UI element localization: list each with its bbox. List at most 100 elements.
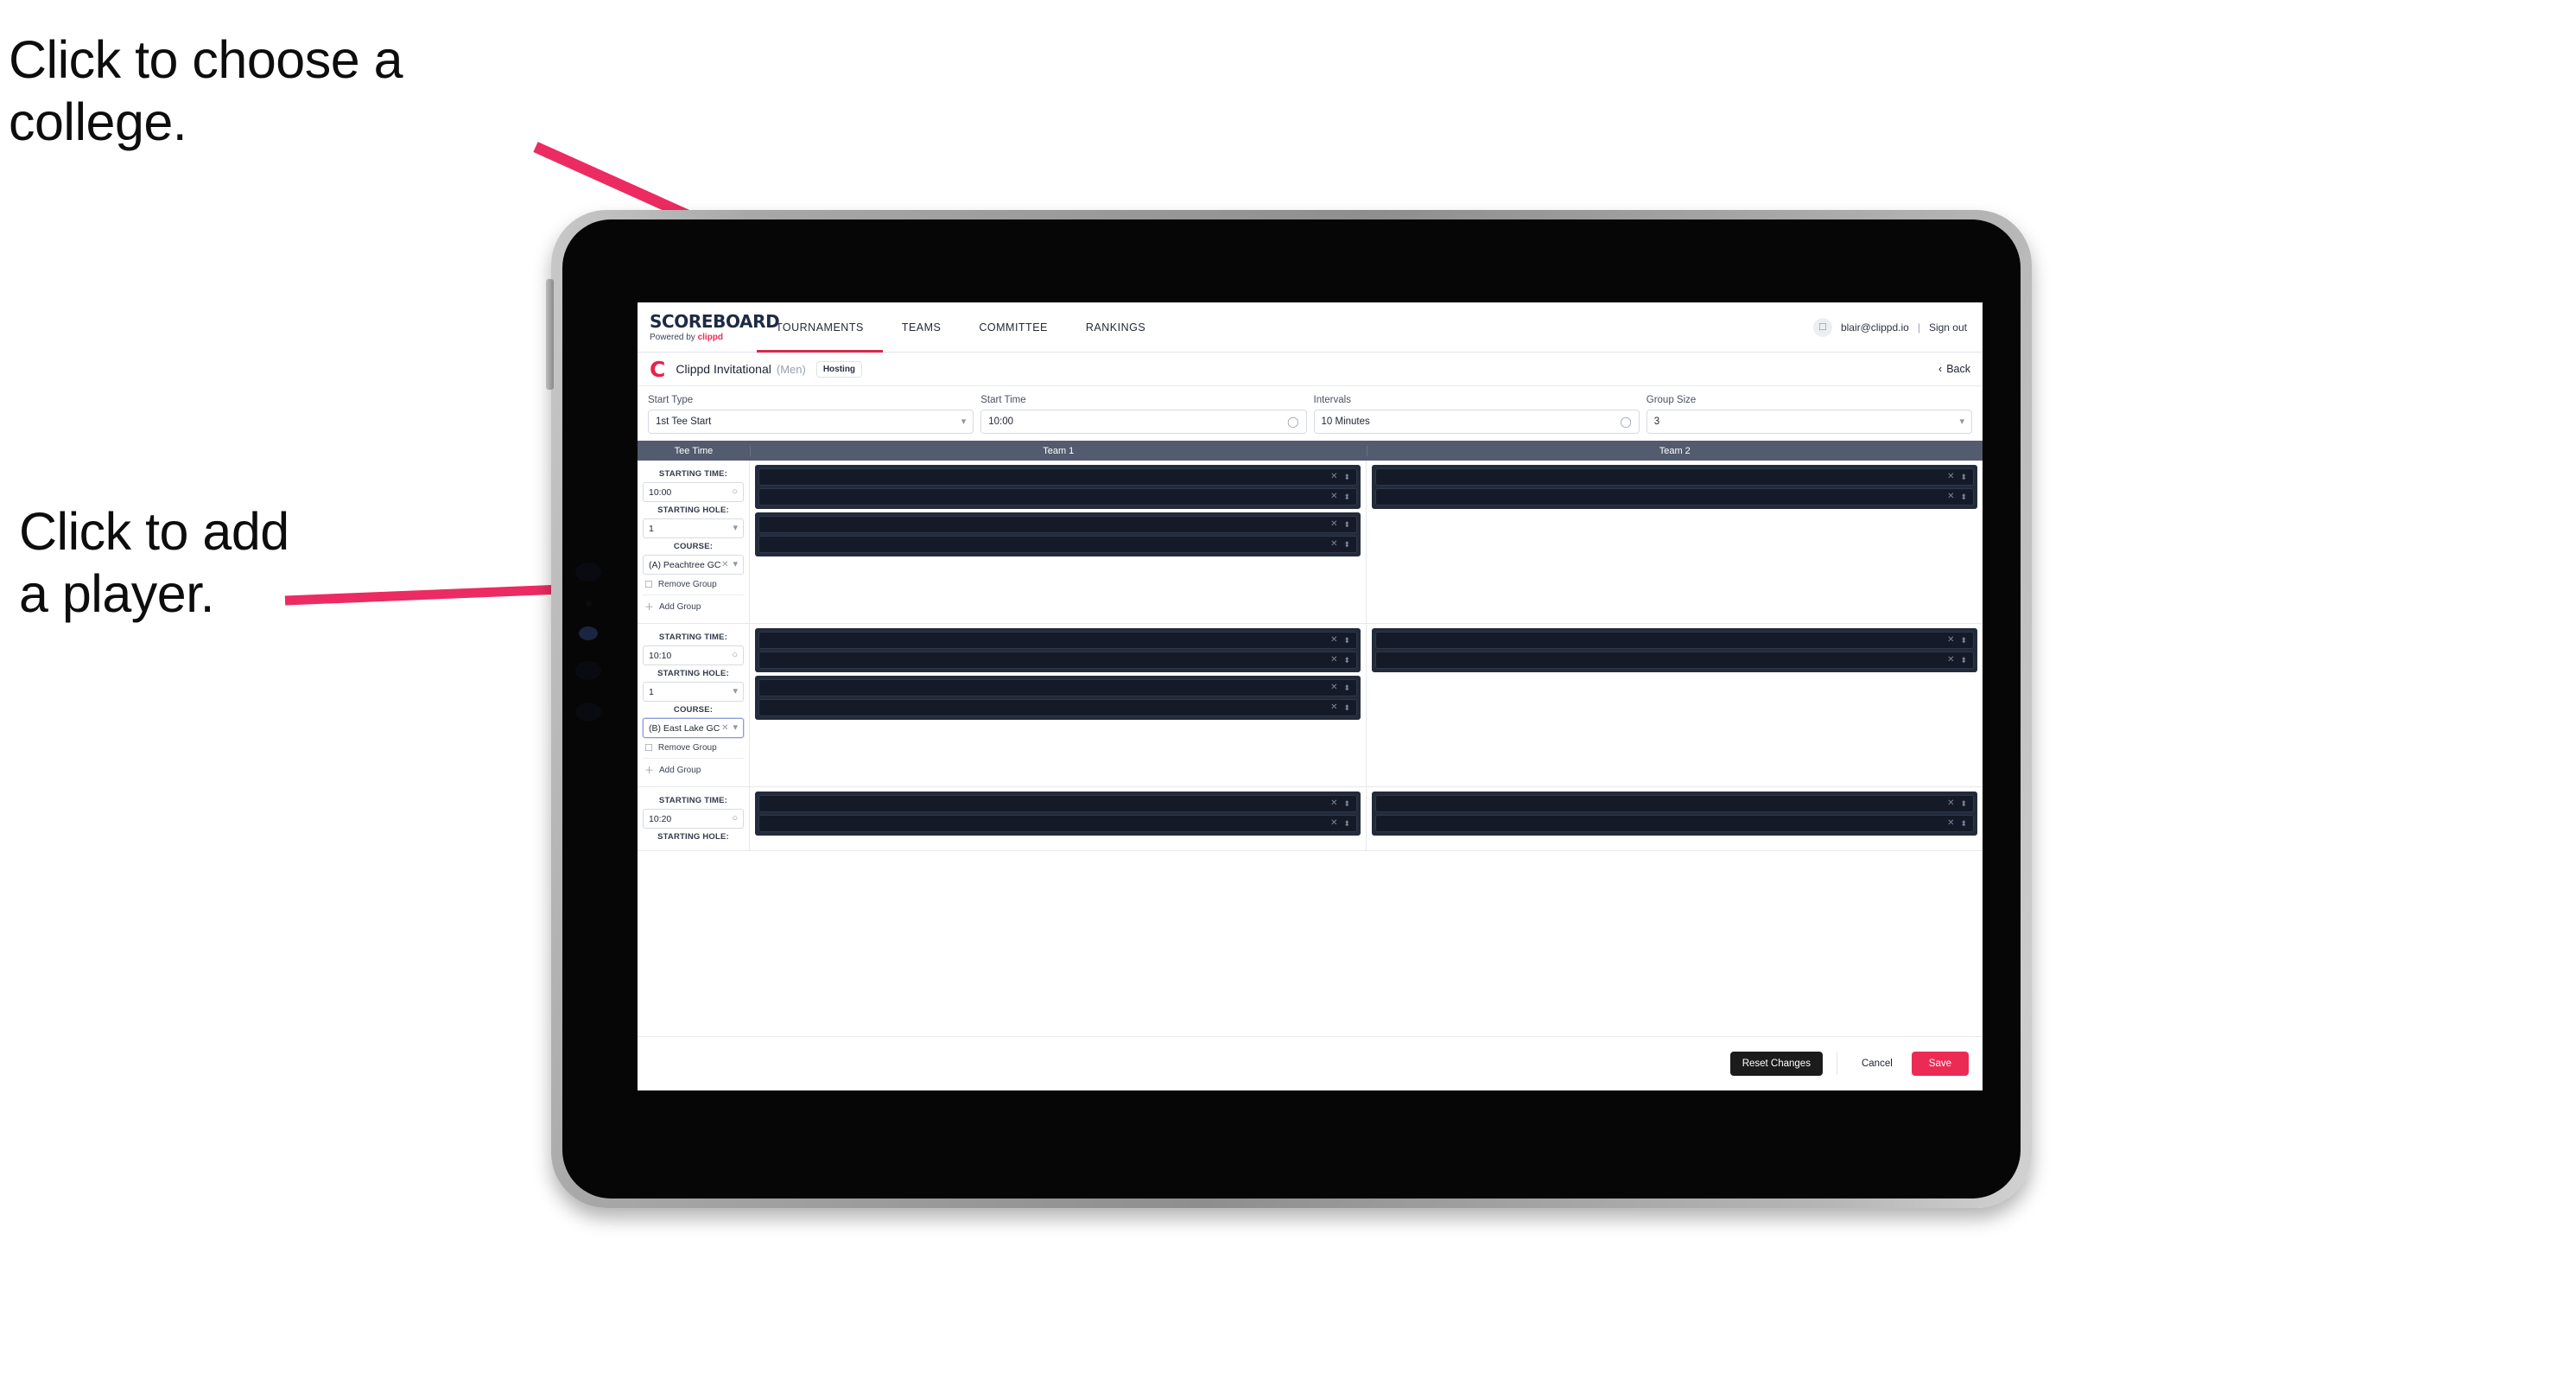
player-slot[interactable]: ✕ ⬍	[758, 536, 1357, 553]
stepper-icon[interactable]: ⬍	[1343, 799, 1350, 808]
stepper-icon[interactable]: ⬍	[1960, 656, 1967, 664]
clock-icon[interactable]: ○	[732, 814, 738, 823]
close-icon[interactable]: ✕	[1330, 656, 1337, 664]
close-icon[interactable]: ✕	[1947, 493, 1954, 501]
close-icon[interactable]: ✕	[1330, 819, 1337, 828]
starting-hole-stepper[interactable]: 1 ▾	[643, 518, 744, 538]
add-group-button[interactable]: ＋ Add Group	[643, 759, 744, 781]
close-icon[interactable]: ✕	[1330, 683, 1337, 692]
close-icon[interactable]: ✕	[721, 560, 728, 569]
stepper-icon[interactable]: ⬍	[1960, 819, 1967, 828]
field-group-size: Group Size 3 ▾	[1646, 395, 1972, 434]
start-type-select[interactable]: 1st Tee Start ▾	[648, 410, 974, 434]
starting-time-input[interactable]: 10:10 ○	[643, 645, 744, 665]
remove-group-label: Remove Group	[657, 580, 717, 589]
player-slot[interactable]: ✕ ⬍	[1375, 632, 1974, 649]
reset-changes-button[interactable]: Reset Changes	[1729, 1052, 1823, 1076]
team-2-cell: ✕ ⬍ ✕ ⬍	[1367, 787, 1983, 850]
player-slot[interactable]: ✕ ⬍	[758, 488, 1357, 505]
user-icon[interactable]: ☐	[1812, 317, 1832, 337]
stepper-icon[interactable]: ⬍	[1343, 819, 1350, 828]
nav-item-committee[interactable]: COMMITTEE	[960, 302, 1067, 352]
nav-item-rankings[interactable]: RANKINGS	[1067, 302, 1164, 352]
intervals-input[interactable]: 10 Minutes ◯	[1313, 410, 1640, 434]
start-time-value: 10:00	[988, 416, 1014, 427]
stepper-icon[interactable]: ⬍	[1343, 703, 1350, 712]
player-slot[interactable]: ✕ ⬍	[1375, 652, 1974, 669]
player-slot[interactable]: ✕ ⬍	[1375, 488, 1974, 505]
sign-out-link[interactable]: Sign out	[1929, 321, 1967, 334]
plus-icon: ＋	[644, 766, 654, 776]
stepper-icon[interactable]: ▾	[733, 687, 738, 696]
player-slot[interactable]: ✕ ⬍	[758, 679, 1357, 696]
stepper-icon[interactable]: ⬍	[1343, 683, 1350, 692]
stepper-icon[interactable]: ▾	[733, 560, 738, 569]
close-icon[interactable]: ✕	[1947, 799, 1954, 808]
player-slot[interactable]: ✕ ⬍	[1375, 815, 1974, 832]
stepper-icon[interactable]: ⬍	[1343, 656, 1350, 664]
player-slot[interactable]: ✕ ⬍	[758, 632, 1357, 649]
close-icon[interactable]: ✕	[1330, 540, 1337, 549]
save-button[interactable]: Save	[1911, 1052, 1969, 1076]
stepper-icon[interactable]: ⬍	[1960, 799, 1967, 808]
player-slot[interactable]: ✕ ⬍	[758, 795, 1357, 812]
add-group-label: Add Group	[659, 765, 701, 775]
clock-icon[interactable]: ◯	[1287, 416, 1298, 427]
stepper-icon[interactable]: ⬍	[1343, 520, 1350, 529]
cancel-button[interactable]: Cancel	[1851, 1052, 1903, 1076]
player-slot[interactable]: ✕ ⬍	[758, 468, 1357, 486]
close-icon[interactable]: ✕	[1330, 473, 1337, 481]
stepper-icon[interactable]: ⬍	[1960, 473, 1967, 481]
power-button[interactable]	[546, 279, 554, 390]
clock-icon[interactable]: ◯	[1620, 416, 1631, 427]
clock-icon[interactable]: ○	[732, 651, 738, 660]
player-slot[interactable]: ✕ ⬍	[758, 699, 1357, 716]
starting-hole-stepper[interactable]: 1 ▾	[643, 682, 744, 702]
close-icon[interactable]: ✕	[1947, 473, 1954, 481]
player-slot[interactable]: ✕ ⬍	[1375, 468, 1974, 486]
close-icon[interactable]: ✕	[1330, 799, 1337, 808]
player-slot[interactable]: ✕ ⬍	[758, 652, 1357, 669]
tournament-gender: (Men)	[776, 362, 806, 376]
nav-item-teams[interactable]: TEAMS	[883, 302, 961, 352]
starting-time-input[interactable]: 10:00 ○	[643, 482, 744, 502]
close-icon[interactable]: ✕	[1330, 636, 1337, 645]
clock-icon[interactable]: ○	[732, 487, 738, 497]
close-icon[interactable]: ✕	[721, 723, 728, 733]
course-select[interactable]: (B) East Lake GC ✕ ▾	[643, 718, 744, 738]
back-link[interactable]: ‹ Back	[1938, 363, 1970, 375]
start-time-input[interactable]: 10:00 ◯	[980, 410, 1307, 434]
stepper-icon[interactable]: ▾	[1959, 416, 1964, 427]
group-size-stepper[interactable]: 3 ▾	[1646, 410, 1972, 434]
starting-time-input[interactable]: 10:20 ○	[643, 809, 744, 829]
course-select[interactable]: (A) Peachtree GC ✕ ▾	[643, 555, 744, 575]
stepper-icon[interactable]: ▾	[733, 723, 738, 733]
stepper-icon[interactable]: ⬍	[1960, 493, 1967, 501]
nav-item-tournaments[interactable]: TOURNAMENTS	[757, 302, 883, 353]
close-icon[interactable]: ✕	[1947, 819, 1954, 828]
stepper-icon[interactable]: ⬍	[1343, 493, 1350, 501]
remove-group-button[interactable]: ☐ Remove Group	[643, 575, 744, 595]
stepper-icon[interactable]: ⬍	[1343, 636, 1350, 645]
stepper-icon[interactable]: ⬍	[1960, 636, 1967, 645]
settings-form-row: Start Type 1st Tee Start ▾ Start Time 10…	[638, 386, 1983, 441]
close-icon[interactable]: ✕	[1330, 520, 1337, 529]
stepper-icon[interactable]: ▾	[961, 416, 967, 427]
player-slot[interactable]: ✕ ⬍	[758, 516, 1357, 533]
brand-logo[interactable]: SCOREBOARD Powered by clippd	[638, 302, 780, 352]
close-icon[interactable]: ✕	[1330, 493, 1337, 501]
player-slot[interactable]: ✕ ⬍	[1375, 795, 1974, 812]
speaker-icon	[575, 661, 601, 680]
close-icon[interactable]: ✕	[1330, 703, 1337, 712]
stepper-icon[interactable]: ▾	[733, 524, 738, 533]
team-1-cell: ✕ ⬍ ✕ ⬍ ✕ ⬍ ✕ ⬍	[750, 461, 1367, 623]
add-group-button[interactable]: ＋ Add Group	[643, 595, 744, 618]
tee-time-cell: STARTING TIME: 10:00 ○ STARTING HOLE: 1 ▾ COUR…	[638, 461, 750, 623]
player-slot[interactable]: ✕ ⬍	[758, 815, 1357, 832]
close-icon[interactable]: ✕	[1947, 636, 1954, 645]
stepper-icon[interactable]: ⬍	[1343, 473, 1350, 481]
camera-icon	[575, 563, 601, 582]
stepper-icon[interactable]: ⬍	[1343, 540, 1350, 549]
close-icon[interactable]: ✕	[1947, 656, 1954, 664]
remove-group-button[interactable]: ☐ Remove Group	[643, 738, 744, 759]
